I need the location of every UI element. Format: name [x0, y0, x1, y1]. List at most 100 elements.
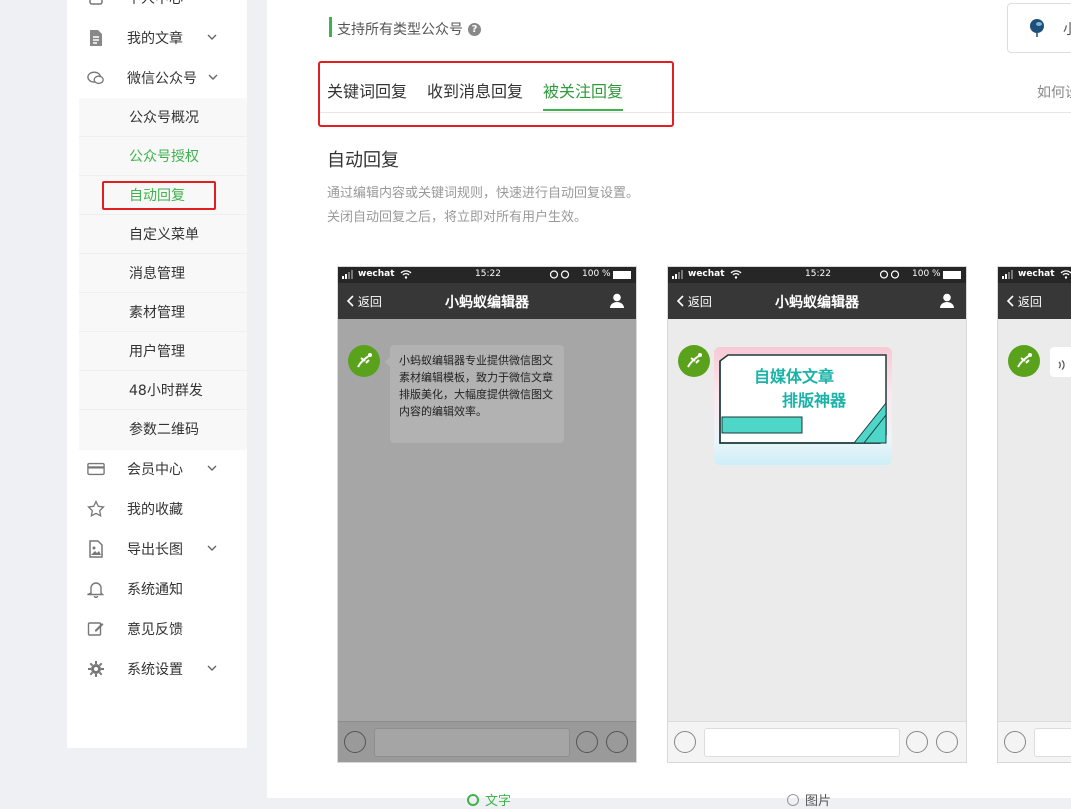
bell-icon [87, 580, 105, 598]
sidebar-item-label: 微信公众号 [127, 71, 197, 87]
preview-text-reply[interactable]: wechat 15:22 100 % 返回 小蚂蚁编辑器 小蚂蚁编辑器专业提供微… [337, 266, 637, 763]
chat-titlebar: 返回 小蚂蚁编辑器 [668, 283, 966, 319]
plus-icon[interactable] [606, 731, 628, 753]
edit-icon [87, 620, 105, 638]
help-icon[interactable]: ? [468, 22, 481, 36]
voice-icon[interactable] [344, 731, 366, 753]
sidebar-item-notifications[interactable]: 系统通知 [67, 569, 247, 609]
user-icon [87, 0, 105, 7]
sub-item-48h-broadcast[interactable]: 48小时群发 [79, 371, 247, 410]
main-panel: 支持所有类型公众号 ? 小 关键词回复 收到消息回复 被关注回复 如何设 自动回… [267, 0, 1071, 809]
sidebar-item-personal-center[interactable]: 个人中心 [67, 0, 247, 18]
chat-titlebar: 返回 小蚂蚁编辑器 [338, 283, 636, 319]
sub-item-label: 参数二维码 [129, 422, 199, 438]
option-text-label: 文字 [485, 794, 512, 809]
section-desc-1: 通过编辑内容或关键词规则，快速进行自动回复设置。 [327, 186, 640, 201]
sidebar-item-label: 个人中心 [127, 0, 183, 8]
sub-item-label: 素材管理 [129, 305, 185, 321]
sidebar-item-settings[interactable]: 系统设置 [67, 649, 247, 689]
sub-item-account-overview[interactable]: 公众号概况 [79, 98, 247, 137]
section-desc-2: 关闭自动回复之后，将立即对所有用户生效。 [327, 210, 588, 225]
account-name: 小 [1063, 22, 1071, 38]
sidebar-item-feedback[interactable]: 意见反馈 [67, 609, 247, 649]
emoji-icon[interactable] [576, 731, 598, 753]
sub-item-custom-menu[interactable]: 自定义菜单 [79, 215, 247, 254]
option-image[interactable]: 图片 [787, 790, 831, 809]
banner-line-2: 排版神器 [782, 391, 847, 410]
image-icon [87, 540, 105, 558]
chevron-down-icon [207, 543, 217, 553]
plus-icon[interactable] [936, 731, 958, 753]
chat-input[interactable] [374, 728, 570, 757]
chat-input[interactable] [704, 728, 900, 757]
sidebar-item-wechat-official[interactable]: 微信公众号 [67, 58, 247, 98]
sub-item-param-qrcode[interactable]: 参数二维码 [79, 410, 247, 448]
sub-item-label: 自定义菜单 [129, 227, 199, 243]
radio-icon[interactable] [787, 793, 799, 806]
sidebar-item-label: 导出长图 [127, 542, 183, 558]
sidebar-item-export-image[interactable]: 导出长图 [67, 529, 247, 569]
submenu-wechat: 公众号概况 公众号授权 自动回复 自定义菜单 消息管理 素材管理 用户管理 48… [79, 98, 247, 450]
sub-item-user-manage[interactable]: 用户管理 [79, 332, 247, 371]
avatar [348, 345, 380, 377]
wifi-icon [730, 270, 742, 282]
chat-input[interactable] [1034, 728, 1071, 757]
sidebar-item-label: 我的收藏 [127, 502, 183, 518]
help-link[interactable]: 如何设 [1037, 82, 1071, 102]
sidebar-item-label: 我的文章 [127, 31, 183, 47]
star-icon [87, 500, 105, 518]
profile-icon[interactable] [610, 293, 624, 312]
sub-item-label: 48小时群发 [129, 383, 203, 399]
signal-icon [1002, 270, 1016, 279]
back-label: 返回 [1017, 295, 1042, 309]
voice-bubble [1050, 347, 1071, 377]
status-bar: wechat 15:22 100 % [338, 267, 636, 283]
profile-icon[interactable] [940, 293, 954, 312]
option-text[interactable]: 文字 [467, 790, 511, 809]
account-avatar-icon [1028, 18, 1046, 38]
sidebar-item-favorites[interactable]: 我的收藏 [67, 489, 247, 529]
carrier: wechat [688, 269, 725, 279]
carrier: wechat [1018, 269, 1055, 279]
banner-line-1: 自媒体文章 [754, 367, 835, 386]
battery-icon [613, 271, 631, 279]
gear-icon [87, 660, 105, 678]
sub-item-account-authorize[interactable]: 公众号授权 [79, 137, 247, 176]
wifi-icon [400, 270, 412, 282]
signal-icon [672, 270, 686, 279]
chat-title: 小蚂蚁编辑器 [775, 295, 859, 311]
sidebar-item-label: 系统设置 [127, 662, 183, 678]
sidebar: 个人中心 我的文章 微信公众号 公众号概况 公众号授权 自动回复 自定义菜单 [67, 0, 247, 748]
carrier: wechat [358, 269, 395, 279]
sub-item-material-manage[interactable]: 素材管理 [79, 293, 247, 332]
chevron-up-icon [208, 72, 218, 82]
sidebar-item-my-articles[interactable]: 我的文章 [67, 18, 247, 58]
voice-icon[interactable] [674, 731, 696, 753]
highlight-box [318, 61, 674, 127]
preview-image-reply[interactable]: wechat 15:22 100 % 返回 小蚂蚁编辑器 自媒体文章 排版神器 [667, 266, 967, 763]
wifi-icon [1060, 270, 1071, 282]
sidebar-item-label: 系统通知 [127, 582, 183, 598]
sidebar-item-member-center[interactable]: 会员中心 [67, 449, 247, 489]
voice-icon[interactable] [1004, 731, 1026, 753]
option-image-label: 图片 [805, 794, 832, 809]
back-button[interactable]: 返回 [1006, 293, 1042, 310]
avatar [1008, 345, 1040, 377]
preview-voice-reply[interactable]: wechat 返回 [997, 266, 1071, 763]
banner-image: 自媒体文章 排版神器 [714, 347, 892, 465]
sub-item-message-manage[interactable]: 消息管理 [79, 254, 247, 293]
message-bubble: 小蚂蚁编辑器专业提供微信图文素材编辑模板，致力于微信文章排版美化，大幅度提供微信… [385, 345, 564, 443]
chevron-down-icon [207, 463, 217, 473]
chat-titlebar: 返回 [998, 283, 1071, 319]
battery-text: 100 % [912, 269, 941, 279]
support-note: 支持所有类型公众号 ? [337, 19, 481, 39]
chevron-down-icon [207, 32, 217, 42]
chevron-down-icon [207, 663, 217, 673]
chat-input-bar [998, 721, 1071, 762]
sub-item-label: 用户管理 [129, 344, 185, 360]
radio-checked-icon[interactable] [467, 793, 479, 806]
account-selector[interactable]: 小 [1007, 3, 1071, 53]
emoji-icon[interactable] [906, 731, 928, 753]
sidebar-item-label: 会员中心 [127, 462, 183, 478]
clock-time: 15:22 [475, 269, 501, 279]
